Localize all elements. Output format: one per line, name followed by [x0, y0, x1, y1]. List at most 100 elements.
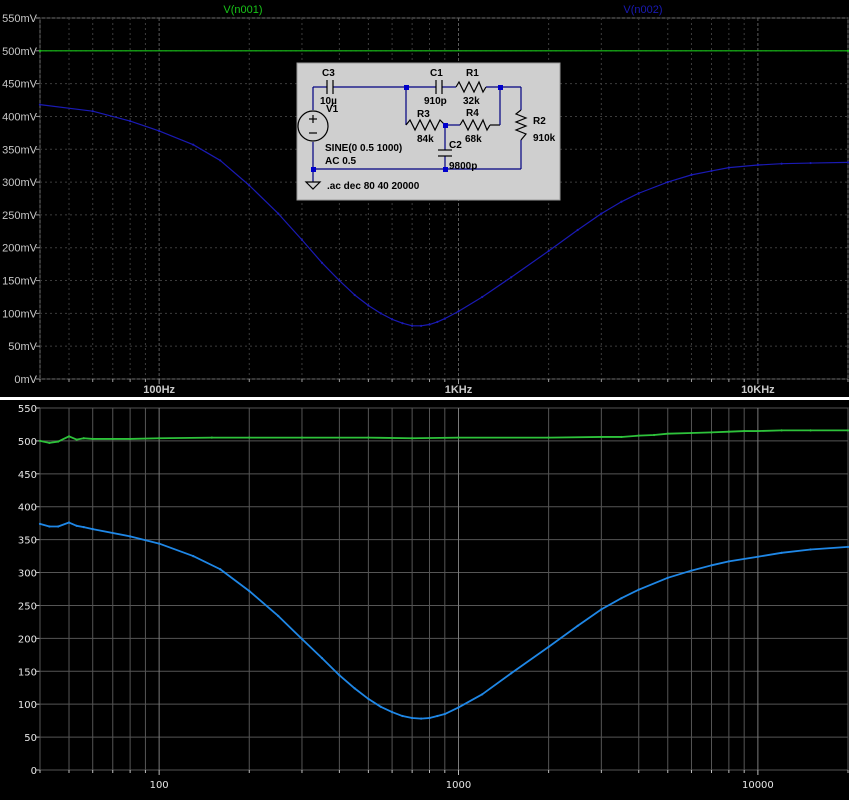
data-point	[443, 712, 446, 716]
data-point	[727, 166, 730, 169]
data-point	[481, 693, 484, 696]
data-point	[457, 436, 460, 439]
data-point	[158, 437, 161, 440]
bottom-replot-chart: 0 50 100 150 200 250 300 350 400 450 500 550 100 100…	[0, 397, 849, 800]
y-tick-label: 150mV	[2, 276, 38, 288]
y-tick-label: 500	[18, 437, 37, 448]
data-point	[481, 295, 484, 299]
data-point	[57, 440, 60, 443]
y-tick-label: 450mV	[2, 79, 38, 91]
y-tick-label: 0mV	[14, 374, 37, 386]
data-point	[248, 436, 251, 439]
chart-separator	[0, 397, 849, 400]
data-point	[727, 560, 730, 563]
ac-directive: .ac dec 80 40 20000	[327, 181, 420, 192]
data-point	[666, 432, 669, 435]
data-point	[411, 324, 414, 327]
data-point	[547, 436, 550, 439]
r3-value: 84k	[417, 134, 434, 145]
schematic-panel[interactable]: C3 10µ C1 910p R1 32k R3 84k R4 68k R2 9…	[296, 62, 561, 201]
data-point	[756, 163, 759, 167]
r2-value: 910k	[533, 133, 556, 144]
data-point	[457, 310, 460, 313]
data-point	[91, 528, 94, 531]
data-point	[320, 657, 324, 660]
data-point	[338, 279, 341, 282]
y-tick-label: 100mV	[2, 308, 38, 320]
data-point	[38, 522, 42, 525]
y-tick-label: 450	[18, 470, 37, 481]
data-point	[510, 276, 513, 279]
data-point	[38, 103, 42, 106]
data-point	[620, 200, 623, 203]
data-point	[219, 159, 222, 162]
x-tick-label: 100	[150, 780, 169, 791]
data-point	[666, 576, 669, 579]
data-point	[158, 542, 161, 545]
data-point	[743, 429, 746, 433]
y-tick-label: 400	[18, 503, 37, 514]
data-point	[91, 110, 94, 113]
data-point	[367, 697, 370, 701]
data-point	[710, 564, 713, 567]
data-point	[38, 439, 42, 443]
data-point	[710, 431, 713, 434]
data-point	[248, 589, 251, 593]
y-tick-label: 0	[31, 766, 37, 777]
data-point	[411, 716, 414, 720]
data-point	[379, 705, 382, 708]
c1-value: 910p	[424, 96, 447, 107]
data-point	[666, 180, 669, 184]
data-point	[443, 317, 446, 320]
data-point	[353, 293, 356, 297]
bottom-chart-background	[0, 397, 849, 800]
y-tick-label: 350	[18, 536, 37, 547]
x-tick-label: 1000	[446, 780, 471, 791]
data-point	[67, 435, 71, 438]
data-point	[67, 521, 71, 524]
data-point	[780, 429, 783, 432]
data-point	[277, 614, 280, 618]
data-point	[600, 212, 603, 215]
data-point	[367, 436, 370, 439]
x-tick-label: 10000	[742, 780, 774, 791]
y-tick-label: 250	[18, 601, 37, 612]
c2-label: C2	[449, 140, 462, 151]
data-point	[690, 569, 693, 572]
data-point	[158, 129, 161, 132]
data-point	[809, 548, 812, 551]
data-point	[82, 526, 85, 529]
legend-v-n002[interactable]: V(n002)	[623, 4, 662, 16]
data-point	[300, 238, 304, 241]
data-point	[547, 645, 550, 649]
data-point	[277, 212, 280, 215]
data-point	[600, 435, 603, 439]
y-tick-label: 350mV	[2, 144, 38, 156]
data-point	[353, 687, 356, 690]
r4-value: 68k	[465, 134, 482, 145]
y-tick-label: 300	[18, 569, 37, 580]
y-tick-label: 50	[24, 733, 37, 744]
data-point	[620, 597, 623, 600]
data-point	[690, 431, 693, 435]
v1-sine-text: SINE(0 0.5 1000)	[325, 143, 402, 154]
data-point	[367, 304, 370, 307]
data-point	[620, 435, 623, 439]
data-point	[652, 433, 656, 437]
data-point	[457, 706, 460, 709]
v1-ac-text: AC 0.5	[325, 156, 357, 167]
r2-label: R2	[533, 116, 546, 127]
data-point	[219, 568, 222, 571]
data-point	[38, 49, 42, 52]
data-point	[390, 710, 394, 714]
data-point	[809, 429, 812, 432]
legend-v-n001[interactable]: V(n001)	[223, 4, 262, 16]
data-point	[57, 525, 60, 528]
data-point	[690, 173, 693, 176]
y-tick-label: 100	[18, 700, 37, 711]
data-point	[48, 525, 51, 528]
r1-value: 32k	[463, 96, 480, 107]
y-tick-label: 400mV	[2, 111, 38, 123]
v1-label: V1	[326, 104, 339, 115]
data-point	[637, 192, 640, 195]
